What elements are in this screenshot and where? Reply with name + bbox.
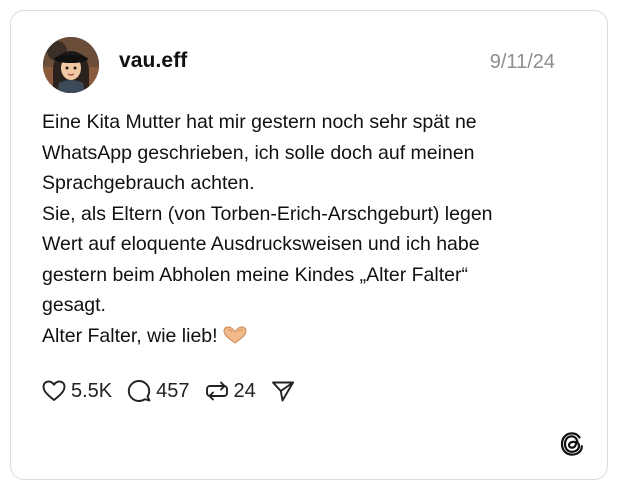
- post-line: Sie, als Eltern (von Torben-Erich-Arschg…: [42, 202, 493, 225]
- post-line-last: Alter Falter, wie lieb!: [42, 321, 582, 352]
- post-line: gestern beim Abholen meine Kindes „Alter…: [42, 263, 468, 286]
- reply-count: 457: [156, 379, 190, 402]
- avatar[interactable]: [43, 37, 99, 93]
- post-line: WhatsApp geschrieben, ich solle doch auf…: [42, 141, 475, 164]
- reply-button[interactable]: 457: [126, 379, 190, 403]
- post-line: Wert auf eloquente Ausdrucksweisen und i…: [42, 233, 480, 255]
- like-count: 5.5K: [71, 379, 113, 402]
- comment-icon: [128, 380, 151, 402]
- action-bar: 5.5K 457 24: [41, 376, 310, 406]
- share-button[interactable]: [270, 379, 296, 403]
- send-icon: [271, 381, 294, 402]
- post-line: gesagt.: [42, 294, 106, 316]
- threads-logo-icon[interactable]: [559, 431, 585, 457]
- avatar-image: [43, 37, 99, 93]
- post-date: 9/11/24: [489, 51, 555, 73]
- post-line: Eine Kita Mutter hat mir gestern noch se…: [42, 111, 477, 133]
- repost-count: 24: [233, 379, 256, 402]
- like-button[interactable]: 5.5K: [41, 379, 112, 403]
- post-card: vau.eff 9/11/24 Eine Kita Mutter hat mir…: [10, 10, 608, 480]
- repost-button[interactable]: 24: [204, 379, 256, 403]
- heart-hands-icon: [223, 325, 247, 344]
- repost-icon: [205, 381, 228, 401]
- username[interactable]: vau.eff: [119, 49, 187, 73]
- post-body: Eine Kita Mutter hat mir gestern noch se…: [42, 107, 582, 351]
- heart-icon: [42, 380, 66, 401]
- post-line-text: Alter Falter, wie lieb!: [42, 324, 218, 347]
- post-line: Sprachgebrauch achten.: [42, 172, 255, 194]
